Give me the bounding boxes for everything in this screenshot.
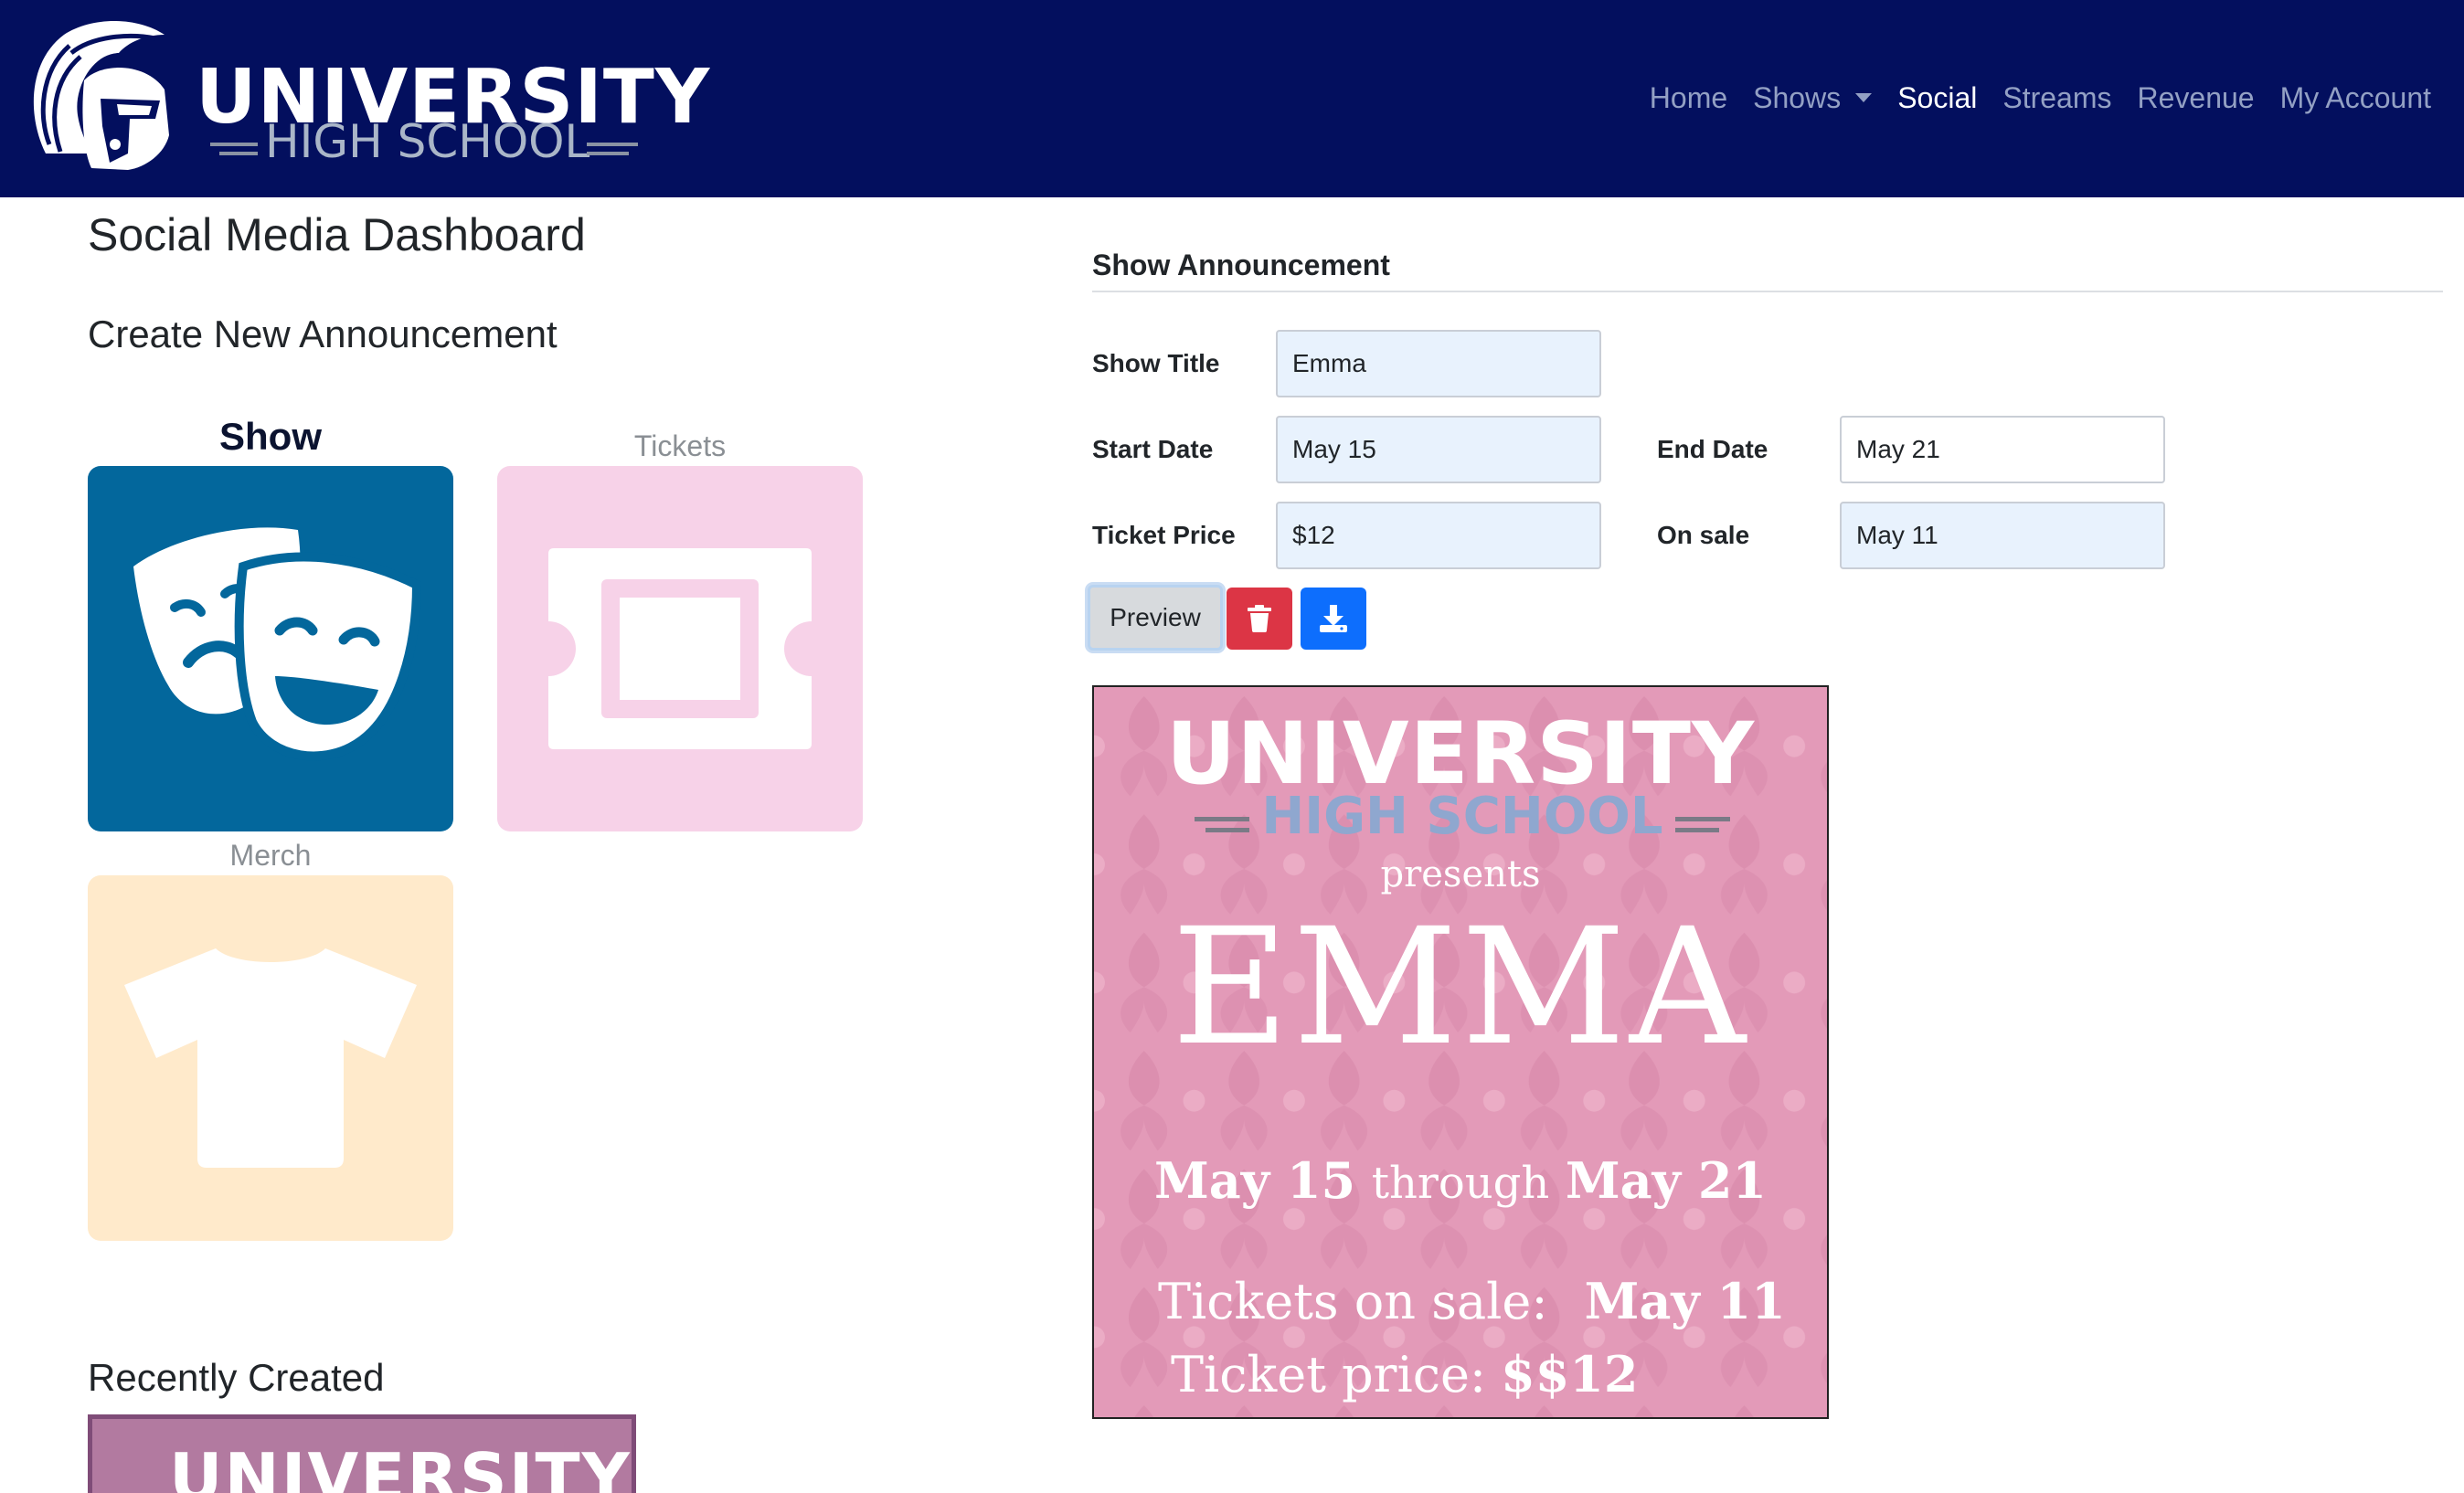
- type-label-show: Show: [219, 415, 322, 458]
- poster-on-sale-label: Tickets on sale:: [1158, 1273, 1548, 1330]
- ticket-icon: [548, 548, 812, 749]
- end-date-label: End Date: [1657, 435, 1768, 463]
- create-announcement-heading: Create New Announcement: [88, 312, 558, 355]
- poster-highschool-text: HIGH SCHOOL: [1261, 787, 1663, 846]
- chevron-down-icon: [1855, 93, 1873, 102]
- poster-highschool-row: HIGH SCHOOL: [1195, 786, 1730, 850]
- download-icon: [1320, 605, 1347, 632]
- type-label-merch: Merch: [229, 839, 312, 872]
- poster-on-sale-value: May 11: [1584, 1272, 1786, 1330]
- download-button[interactable]: [1301, 588, 1366, 650]
- poster-presents-text: presents: [1380, 853, 1541, 895]
- start-date-label: Start Date: [1092, 435, 1214, 463]
- preview-button[interactable]: Preview: [1088, 585, 1223, 651]
- tshirt-icon: [124, 948, 417, 1168]
- poster-on-sale-row: Tickets on sale: May 11: [1158, 1272, 1786, 1330]
- poster-price-row: Ticket price: $$12: [1171, 1345, 1638, 1403]
- poster-price-value: $$12: [1501, 1345, 1639, 1403]
- brand-highschool-row: HIGH SCHOOL: [207, 119, 667, 183]
- recent-thumb-text: UNIVERSITY: [169, 1439, 632, 1493]
- announcement-preview-poster: UNIVERSITY HIGH SCHOOL presents EMMA May…: [1092, 685, 1829, 1419]
- type-label-tickets: Tickets: [633, 429, 727, 462]
- delete-button[interactable]: [1227, 588, 1292, 650]
- nav-social[interactable]: Social: [1897, 81, 1977, 115]
- nav-shows-dropdown[interactable]: Shows: [1753, 80, 1873, 115]
- poster-through-text: through: [1371, 1158, 1550, 1209]
- brand-highschool-text: HIGH SCHOOL: [265, 115, 590, 168]
- poster-end-date: May 21: [1565, 1151, 1767, 1210]
- nav-revenue-label: Revenue: [2137, 80, 2255, 114]
- form-divider: [1092, 291, 2443, 292]
- brand-logo[interactable]: UNIVERSITY HIGH SCHOOL: [27, 16, 709, 177]
- trojan-helmet-icon: [33, 21, 169, 170]
- on-sale-label: On sale: [1657, 521, 1750, 549]
- poster-dates-row: May 15 through May 21: [1154, 1151, 1767, 1210]
- form-title: Show Announcement: [1092, 249, 1390, 281]
- ticket-price-input[interactable]: $12: [1276, 502, 1601, 569]
- nav-streams-label: Streams: [2002, 80, 2112, 114]
- nav-my-account-label: My Account: [2279, 80, 2431, 114]
- recent-announcement-thumbnail[interactable]: UNIVERSITY: [88, 1414, 636, 1493]
- poster-show-title: EMMA: [1172, 894, 1749, 1081]
- main-nav: Home Shows Social Streams Revenue My Acc…: [1624, 75, 2431, 121]
- nav-revenue[interactable]: Revenue: [2138, 81, 2255, 115]
- poster-price-label: Ticket price:: [1171, 1346, 1487, 1403]
- nav-shows-label: Shows: [1753, 80, 1842, 114]
- nav-my-account[interactable]: My Account: [2280, 81, 2431, 115]
- end-date-input[interactable]: May 21: [1840, 416, 2165, 483]
- type-tile-show[interactable]: [88, 466, 453, 831]
- page-title: Social Media Dashboard: [88, 209, 586, 260]
- show-title-label: Show Title: [1092, 349, 1220, 377]
- trash-icon: [1248, 605, 1271, 632]
- theater-masks-icon: [133, 527, 422, 761]
- ticket-price-label: Ticket Price: [1092, 521, 1236, 549]
- nav-home[interactable]: Home: [1650, 81, 1727, 115]
- type-tile-merch[interactable]: [88, 875, 453, 1241]
- nav-home-label: Home: [1649, 80, 1728, 114]
- nav-streams[interactable]: Streams: [2002, 81, 2111, 115]
- start-date-input[interactable]: May 15: [1276, 416, 1601, 483]
- recently-created-heading: Recently Created: [88, 1356, 385, 1399]
- nav-social-label: Social: [1897, 80, 1978, 114]
- poster-start-date: May 15: [1154, 1151, 1356, 1210]
- on-sale-input[interactable]: May 11: [1840, 502, 2165, 569]
- show-title-input[interactable]: Emma: [1276, 330, 1601, 397]
- top-navbar: UNIVERSITY HIGH SCHOOL Home Shows Social…: [0, 0, 2464, 197]
- type-tile-tickets[interactable]: [497, 466, 863, 831]
